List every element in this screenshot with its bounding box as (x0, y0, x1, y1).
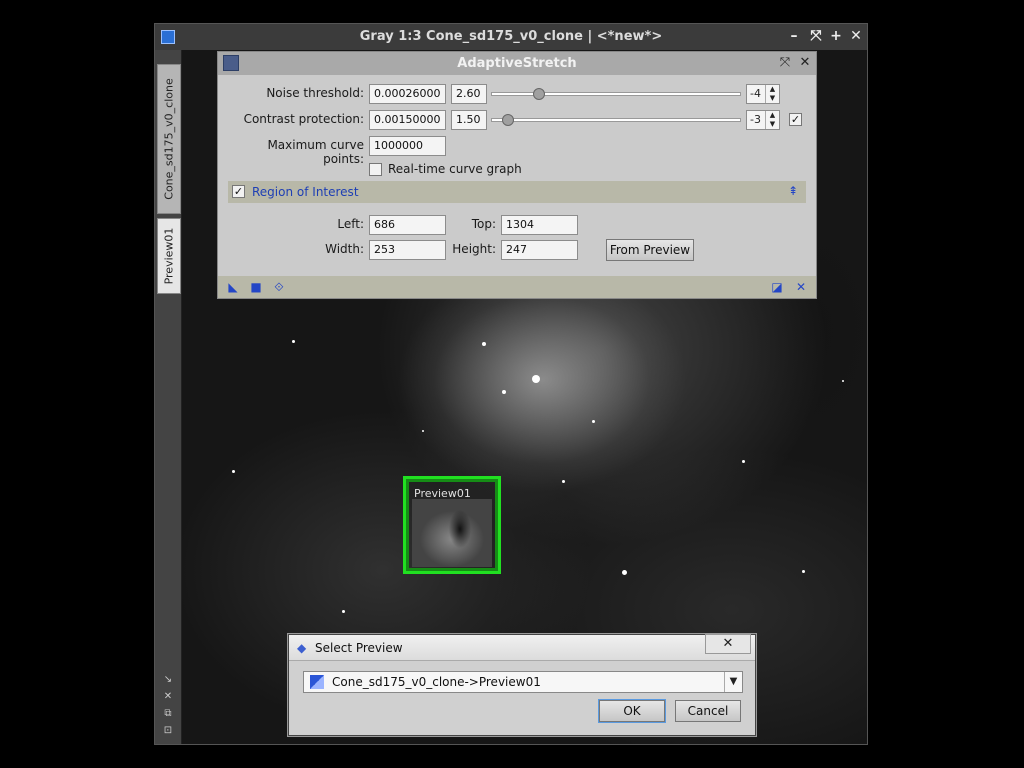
reset-icon[interactable]: ✕ (794, 280, 808, 294)
max-curve-points-field[interactable]: 1000000 (369, 136, 446, 156)
adaptive-stretch-dialog[interactable]: AdaptiveStretch ⤧ ✕ Noise threshold: 0.0… (217, 51, 817, 299)
select-preview-titlebar[interactable]: ◆ Select Preview ✕ (289, 634, 755, 661)
preview-select-value: Cone_sd175_v0_clone->Preview01 (332, 675, 541, 689)
close-button[interactable]: ✕ (705, 634, 751, 654)
tab-preview01-label: Preview01 (162, 227, 176, 285)
noise-threshold-exponent-value: -4 (750, 87, 761, 100)
noise-threshold-mantissa-field[interactable]: 2.60 (451, 84, 487, 104)
collapse-icon[interactable]: ⇞ (788, 184, 798, 198)
tab-preview01[interactable]: Preview01 (157, 218, 181, 294)
star (502, 390, 506, 394)
apply-icon[interactable]: ■ (249, 280, 263, 294)
adaptive-stretch-footer: ◣ ■ ⟐ ◪ ✕ (218, 276, 816, 298)
ok-button[interactable]: OK (599, 700, 665, 722)
roi-left-label: Left: (337, 217, 364, 231)
realtime-preview-icon[interactable]: ⟐ (272, 280, 286, 294)
shade-button[interactable]: ⤧ (807, 27, 825, 45)
roi-section-header[interactable]: ✓ Region of Interest ⇞ (228, 181, 806, 203)
contrast-protection-label: Contrast protection: (243, 112, 364, 126)
preview-thumbnail (412, 499, 492, 567)
roi-width-field[interactable]: 253 (369, 240, 446, 260)
star (342, 610, 345, 613)
select-preview-title: Select Preview (315, 641, 403, 655)
roi-top-label: Top: (471, 217, 496, 231)
realtime-curve-graph-label: Real-time curve graph (388, 162, 522, 176)
star (592, 420, 595, 423)
star (532, 375, 540, 383)
noise-threshold-exponent-spinbox[interactable]: -4 ▲ ▼ (746, 84, 780, 104)
star (292, 340, 295, 343)
roi-height-label: Height: (452, 242, 496, 256)
star (422, 430, 424, 432)
adaptive-stretch-titlebar[interactable]: AdaptiveStretch ⤧ ✕ (218, 52, 816, 75)
star (482, 342, 486, 346)
star (562, 480, 565, 483)
roi-width-label: Width: (325, 242, 364, 256)
contrast-protection-exponent-value: -3 (750, 113, 761, 126)
spin-arrows-icon[interactable]: ▲ ▼ (765, 111, 779, 129)
close-preview-icon[interactable]: ✕ (162, 691, 174, 703)
adaptive-stretch-title: AdaptiveStretch (457, 56, 577, 71)
noise-threshold-slider[interactable] (491, 88, 741, 100)
star (742, 460, 745, 463)
noise-threshold-label: Noise threshold: (266, 86, 364, 100)
realtime-curve-graph-checkbox[interactable] (369, 163, 382, 176)
new-instance-icon[interactable]: ◣ (226, 280, 240, 294)
star (802, 570, 805, 573)
spin-arrows-icon[interactable]: ▲ ▼ (765, 85, 779, 103)
close-button[interactable]: ✕ (847, 27, 865, 45)
noise-threshold-slider-thumb[interactable] (533, 88, 545, 100)
contrast-protection-checkbox[interactable]: ✓ (789, 113, 802, 126)
from-preview-button[interactable]: From Preview (606, 239, 694, 261)
pixinsight-icon: ◆ (297, 641, 307, 655)
tab-main-view-label: Cone_sd175_v0_clone (162, 78, 176, 200)
contrast-protection-field[interactable]: 0.00150000 (369, 110, 446, 130)
preview-select[interactable]: Cone_sd175_v0_clone->Preview01 ▼ (303, 671, 743, 693)
zoom-icon[interactable]: ⊡ (162, 725, 174, 737)
star (232, 470, 235, 473)
roi-height-field[interactable]: 247 (501, 240, 578, 260)
shade-button[interactable]: ⤧ (776, 54, 794, 72)
image-window-title: Gray 1:3 Cone_sd175_v0_clone | <*new*> (359, 29, 663, 44)
contrast-protection-mantissa-field[interactable]: 1.50 (451, 110, 487, 130)
noise-threshold-field[interactable]: 0.00026000 (369, 84, 446, 104)
cancel-button[interactable]: Cancel (675, 700, 741, 722)
chevron-down-icon[interactable]: ▼ (724, 672, 742, 692)
contrast-protection-slider[interactable] (491, 114, 741, 126)
fit-view-icon[interactable]: ↘ (162, 674, 174, 686)
maximize-button[interactable]: + (827, 27, 845, 45)
preview-icon (310, 675, 324, 689)
view-tab-strip: Cone_sd175_v0_clone Preview01 ↘ ✕ ⧉ ⊡ (155, 50, 182, 744)
roi-checkbox[interactable]: ✓ (232, 185, 245, 198)
roi-left-field[interactable]: 686 (369, 215, 446, 235)
max-curve-points-label: Maximum curve points: (267, 138, 364, 166)
preview-rectangle[interactable]: Preview01 (403, 476, 501, 574)
star (622, 570, 627, 575)
contrast-protection-exponent-spinbox[interactable]: -3 ▲ ▼ (746, 110, 780, 130)
contrast-protection-slider-thumb[interactable] (502, 114, 514, 126)
minimize-button[interactable]: – (785, 27, 803, 45)
roi-top-field[interactable]: 1304 (501, 215, 578, 235)
select-preview-dialog[interactable]: ◆ Select Preview ✕ Cone_sd175_v0_clone->… (288, 634, 756, 736)
tab-main-view[interactable]: Cone_sd175_v0_clone (157, 64, 181, 214)
browse-documentation-icon[interactable]: ◪ (770, 280, 784, 294)
clone-icon[interactable]: ⧉ (162, 708, 174, 720)
star (842, 380, 844, 382)
image-window-titlebar[interactable]: Gray 1:3 Cone_sd175_v0_clone | <*new*> –… (155, 24, 867, 50)
close-button[interactable]: ✕ (796, 54, 814, 72)
roi-section-title: Region of Interest (252, 185, 359, 199)
